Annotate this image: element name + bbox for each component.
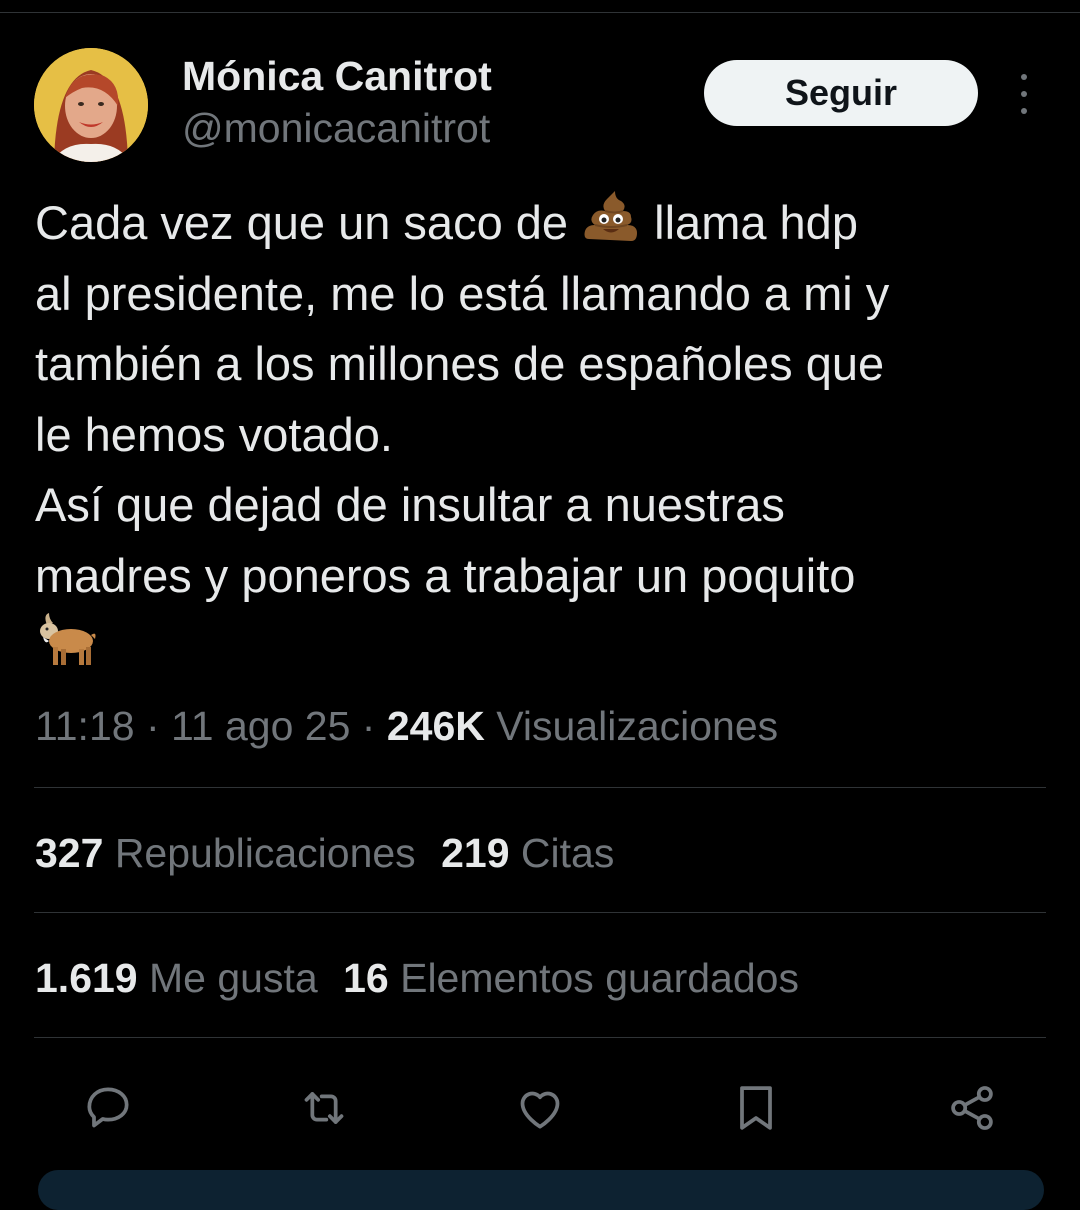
divider bbox=[34, 912, 1046, 913]
reply-icon[interactable] bbox=[78, 1078, 138, 1138]
meta-separator: · bbox=[145, 703, 160, 749]
tweet-date[interactable]: 11 ago 25 bbox=[171, 703, 350, 749]
tweet-time[interactable]: 11:18 bbox=[35, 703, 135, 749]
tweet-text-segment: Cada vez que un saco de bbox=[35, 196, 569, 249]
reposts-label: Republicaciones bbox=[114, 830, 416, 876]
poop-emoji bbox=[581, 189, 641, 265]
views-label: Visualizaciones bbox=[496, 703, 779, 749]
likes-count: 1.619 bbox=[35, 955, 138, 1001]
stats-row-likes: 1.619 Me gusta 16 Elementos guardados bbox=[35, 952, 799, 1004]
quotes-stat[interactable]: 219 Citas bbox=[441, 827, 614, 879]
top-divider bbox=[0, 12, 1080, 13]
likes-stat[interactable]: 1.619 Me gusta bbox=[35, 952, 318, 1004]
avatar[interactable] bbox=[34, 48, 148, 162]
goat-emoji bbox=[35, 611, 97, 689]
handle[interactable]: @monicacanitrot bbox=[182, 104, 490, 152]
tweet-line: le hemos votado. bbox=[35, 407, 393, 461]
likes-label: Me gusta bbox=[149, 955, 318, 1001]
meta-separator: · bbox=[361, 703, 376, 749]
quotes-label: Citas bbox=[520, 830, 615, 876]
bookmarks-count: 16 bbox=[343, 955, 389, 1001]
tweet-line: también a los millones de españoles que bbox=[35, 337, 885, 390]
reposts-count: 327 bbox=[35, 830, 104, 876]
tweet-meta: 11:18 · 11 ago 25 · 246K Visualizaciones bbox=[35, 700, 778, 752]
views-count: 246K bbox=[386, 703, 485, 749]
tweet-line: al presidente, me lo está llamando a mi … bbox=[35, 266, 890, 320]
bookmarks-label: Elementos guardados bbox=[400, 955, 799, 1001]
like-icon[interactable] bbox=[510, 1078, 570, 1138]
display-name[interactable]: Mónica Canitrot bbox=[182, 52, 492, 100]
tweet-text: Cada vez que un saco de llama hdp al pre… bbox=[35, 188, 1055, 682]
quotes-count: 219 bbox=[441, 830, 510, 876]
tweet-text-segment: llama hdp bbox=[654, 196, 858, 249]
tweet-line bbox=[35, 611, 1055, 682]
stats-row-reposts: 327 Republicaciones 219 Citas bbox=[35, 827, 614, 879]
action-bar bbox=[0, 1068, 1080, 1148]
bookmark-icon[interactable] bbox=[726, 1078, 786, 1138]
tweet-line: madres y poneros a trabajar un poquito bbox=[35, 548, 856, 602]
share-icon[interactable] bbox=[942, 1078, 1002, 1138]
bookmarks-stat[interactable]: 16 Elementos guardados bbox=[343, 952, 799, 1004]
repost-icon[interactable] bbox=[294, 1078, 354, 1138]
follow-button[interactable]: Seguir bbox=[704, 60, 978, 126]
tweet-line: Así que dejad de insultar a nuestras bbox=[35, 478, 785, 531]
more-options-icon[interactable] bbox=[1010, 74, 1038, 114]
divider bbox=[34, 787, 1046, 788]
reposts-stat[interactable]: 327 Republicaciones bbox=[35, 827, 416, 879]
tweet-line: Cada vez que un saco de llama hdp bbox=[35, 188, 1055, 259]
reply-composer-bar[interactable] bbox=[38, 1170, 1044, 1210]
divider bbox=[34, 1037, 1046, 1038]
